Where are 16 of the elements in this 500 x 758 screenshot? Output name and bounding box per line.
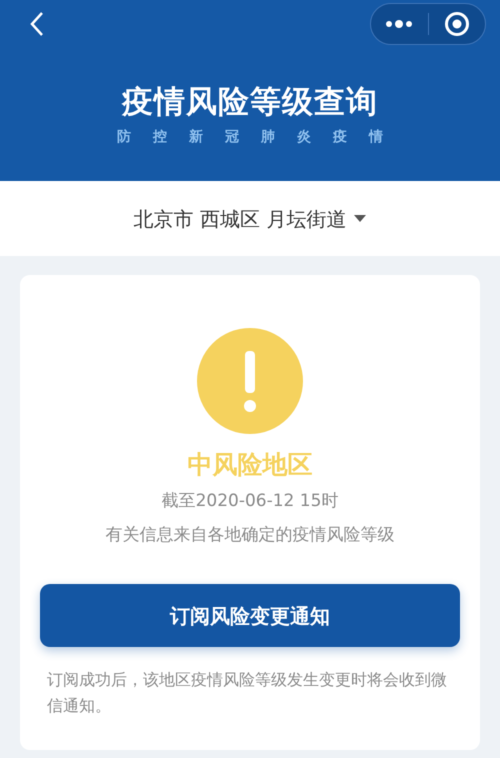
subscribe-button[interactable]: 订阅风险变更通知	[40, 584, 460, 647]
subtitle-character: 防	[117, 128, 131, 147]
subtitle-character: 冠	[225, 128, 239, 147]
source-note: 有关信息来自各地确定的疫情风险等级	[106, 524, 394, 546]
page-title: 疫情风险等级查询	[122, 83, 378, 121]
location-selector[interactable]: 北京市 西城区 月坛街道	[134, 204, 366, 234]
subscribe-note: 订阅成功后，该地区疫情风险等级发生变更时将会收到微信通知。	[47, 669, 448, 717]
subtitle-character: 疫	[333, 128, 347, 147]
subtitle-character: 肺	[261, 128, 275, 147]
risk-level: 中风险地区	[188, 449, 312, 481]
update-time: 截至2020-06-12 15时	[162, 490, 338, 513]
subtitle-character: 情	[369, 128, 383, 147]
subtitle-character: 新	[189, 128, 203, 147]
subtitle-character: 控	[153, 128, 167, 147]
subtitle-character: 炎	[297, 128, 311, 147]
dropdown-icon	[354, 214, 366, 222]
